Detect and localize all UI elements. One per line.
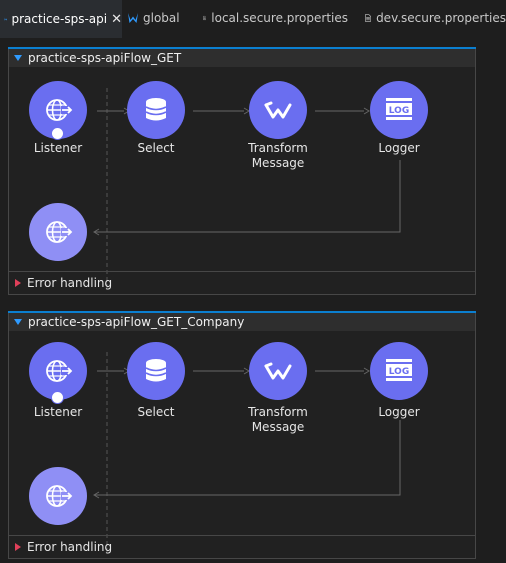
globe-arrow-icon — [46, 221, 73, 243]
error-handling-label: Error handling — [27, 540, 113, 554]
error-handling-section[interactable]: Error handling — [9, 271, 475, 294]
globe-arrow-icon — [46, 485, 73, 507]
node-label-line: Message — [251, 156, 305, 170]
file-icon — [203, 16, 207, 20]
svg-text:LOG: LOG — [389, 367, 409, 377]
node-label-transform-message: Transform Message — [233, 405, 323, 435]
logger-node[interactable]: LOG — [370, 81, 428, 139]
dataweave-icon — [264, 101, 292, 119]
node-label-line: Transform — [248, 405, 308, 419]
flow-title: practice-sps-apiFlow_GET — [28, 51, 182, 65]
tab-global[interactable]: global — [127, 0, 187, 36]
tab-label: practice-sps-api — [11, 12, 108, 26]
expand-triangle-icon[interactable] — [15, 543, 21, 551]
node-label-listener: Listener — [33, 141, 83, 155]
svg-text:LOG: LOG — [389, 106, 409, 116]
tab-practice-sps-api[interactable]: practice-sps-api ✕ — [0, 0, 122, 38]
dataweave-icon — [264, 362, 292, 380]
mule-icon — [128, 13, 138, 23]
source-badge-icon — [51, 127, 64, 140]
flow-panel-get-company[interactable]: practice-sps-apiFlow_GET_Company Listene… — [8, 311, 476, 559]
response-node[interactable] — [29, 467, 87, 525]
node-label-transform-message: Transform Message — [233, 141, 323, 171]
select-node[interactable] — [127, 342, 185, 400]
file-icon — [365, 14, 372, 22]
collapse-triangle-icon[interactable] — [14, 319, 22, 325]
collapse-triangle-icon[interactable] — [14, 55, 22, 61]
node-label-line: Message — [251, 420, 305, 434]
close-icon[interactable]: ✕ — [111, 12, 122, 27]
response-node[interactable] — [29, 203, 87, 261]
flow-header[interactable]: practice-sps-apiFlow_GET_Company — [9, 313, 475, 331]
node-label-select: Select — [137, 405, 175, 419]
tab-label: local.secure.properties — [211, 11, 348, 25]
select-node[interactable] — [127, 81, 185, 139]
node-label-select: Select — [137, 141, 175, 155]
source-badge-icon — [51, 391, 64, 404]
expand-triangle-icon[interactable] — [15, 279, 21, 287]
tab-label: dev.secure.properties — [376, 11, 506, 25]
log-icon: LOG — [386, 359, 412, 381]
editor-tab-bar: practice-sps-api ✕ global local.secure.p… — [0, 0, 506, 38]
transform-message-node[interactable] — [249, 81, 307, 139]
flow-header[interactable]: practice-sps-apiFlow_GET — [9, 49, 475, 67]
tab-label: global — [143, 11, 180, 25]
node-label-listener: Listener — [33, 405, 83, 419]
database-icon — [145, 98, 167, 121]
mule-icon — [4, 17, 8, 21]
flow-panel-get[interactable]: practice-sps-apiFlow_GET Listener Select… — [8, 47, 476, 295]
error-handling-label: Error handling — [27, 276, 113, 290]
error-handling-section[interactable]: Error handling — [9, 535, 475, 558]
node-label-logger: Logger — [378, 141, 420, 155]
node-label-line: Transform — [248, 141, 308, 155]
node-label-logger: Logger — [378, 405, 420, 419]
flow-title: practice-sps-apiFlow_GET_Company — [28, 315, 245, 329]
logger-node[interactable]: LOG — [370, 342, 428, 400]
log-icon: LOG — [386, 98, 412, 120]
transform-message-node[interactable] — [249, 342, 307, 400]
database-icon — [145, 359, 167, 382]
tab-dev-secure-properties[interactable]: dev.secure.properties — [365, 0, 506, 36]
tab-local-secure-properties[interactable]: local.secure.properties — [203, 0, 348, 36]
